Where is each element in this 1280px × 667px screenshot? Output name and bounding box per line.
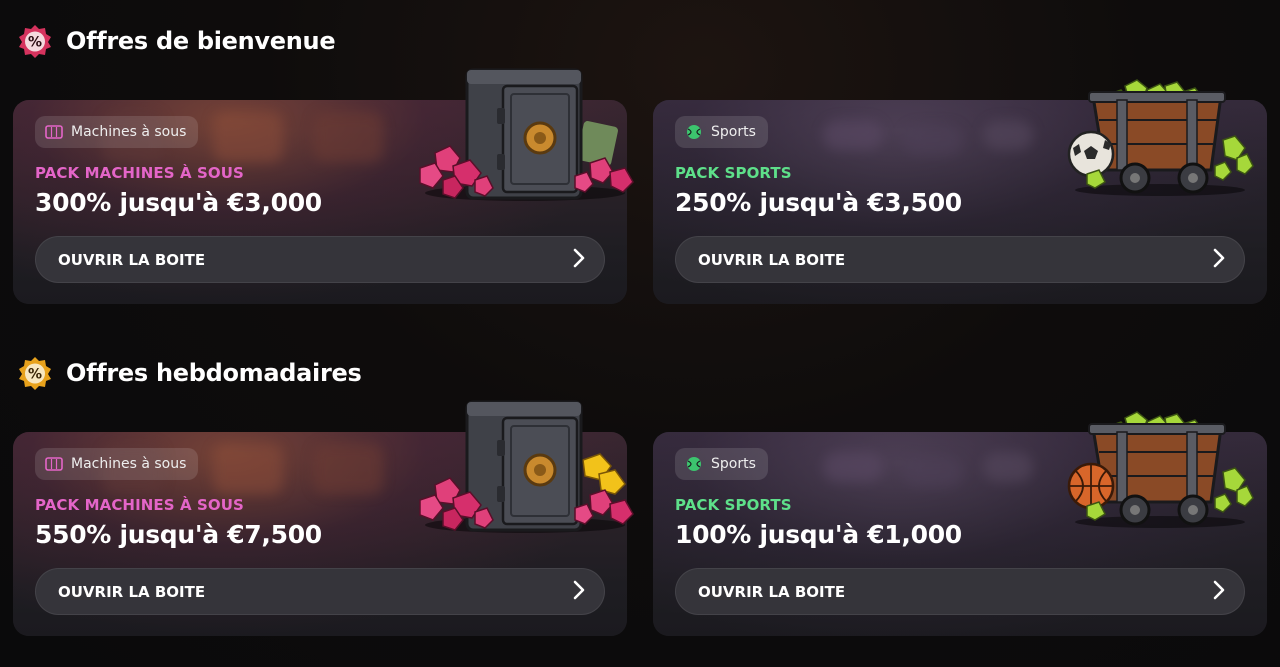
category-tag: Sports xyxy=(675,448,768,480)
category-tag-label: Machines à sous xyxy=(71,456,187,472)
pack-name: PACK SPORTS xyxy=(675,164,792,182)
section-title: Offres hebdomadaires xyxy=(66,359,362,387)
percent-badge-icon: % xyxy=(18,24,52,58)
svg-text:%: % xyxy=(28,35,42,51)
pack-name: PACK MACHINES À SOUS xyxy=(35,496,244,514)
open-box-button[interactable]: OUVRIR LA BOITE xyxy=(35,236,605,283)
percent-badge-icon: % xyxy=(18,356,52,390)
section-title: Offres de bienvenue xyxy=(66,27,336,55)
category-tag: Machines à sous xyxy=(35,116,199,148)
open-box-button-label: OUVRIR LA BOITE xyxy=(58,582,206,601)
mine-cart-with-ball-icon xyxy=(1065,410,1255,530)
offer-amount: 250% jusqu'à €3,500 xyxy=(675,188,962,217)
category-tag: Sports xyxy=(675,116,768,148)
open-box-button-label: OUVRIR LA BOITE xyxy=(698,582,846,601)
safe-with-gems-icon xyxy=(415,400,640,535)
category-tag-label: Sports xyxy=(711,456,756,472)
tennis-ball-icon xyxy=(685,125,703,139)
open-box-button[interactable]: OUVRIR LA BOITE xyxy=(675,568,1245,615)
pack-name: PACK MACHINES À SOUS xyxy=(35,164,244,182)
category-tag-label: Machines à sous xyxy=(71,124,187,140)
open-box-button[interactable]: OUVRIR LA BOITE xyxy=(675,236,1245,283)
offer-amount: 100% jusqu'à €1,000 xyxy=(675,520,962,549)
welcome-offers-header: % Offres de bienvenue xyxy=(18,24,336,58)
chevron-right-icon xyxy=(1212,248,1226,272)
chevron-right-icon xyxy=(572,248,586,272)
svg-text:%: % xyxy=(28,367,42,383)
chevron-right-icon xyxy=(572,580,586,604)
chevron-right-icon xyxy=(1212,580,1226,604)
open-box-button-label: OUVRIR LA BOITE xyxy=(698,250,846,269)
open-box-button-label: OUVRIR LA BOITE xyxy=(58,250,206,269)
open-box-button[interactable]: OUVRIR LA BOITE xyxy=(35,568,605,615)
safe-with-gems-icon xyxy=(415,68,640,203)
pack-name: PACK SPORTS xyxy=(675,496,792,514)
slot-machine-icon xyxy=(45,125,63,139)
offer-amount: 300% jusqu'à €3,000 xyxy=(35,188,322,217)
tennis-ball-icon xyxy=(685,457,703,471)
offer-amount: 550% jusqu'à €7,500 xyxy=(35,520,322,549)
mine-cart-with-ball-icon xyxy=(1065,78,1255,198)
weekly-offers-header: % Offres hebdomadaires xyxy=(18,356,362,390)
category-tag-label: Sports xyxy=(711,124,756,140)
slot-machine-icon xyxy=(45,457,63,471)
category-tag: Machines à sous xyxy=(35,448,199,480)
